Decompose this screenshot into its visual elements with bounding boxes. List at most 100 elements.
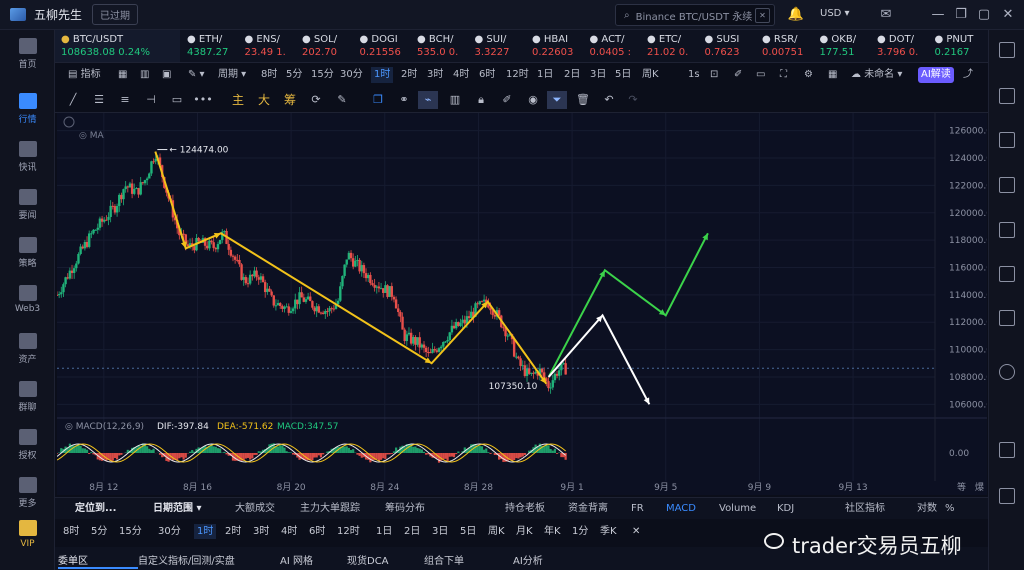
timeframe-1时[interactable]: 1时	[371, 67, 394, 83]
ticker-item[interactable]: ● SUI/3.3227	[475, 33, 510, 59]
ticker-item[interactable]: ● RSR/0.00751	[762, 33, 803, 59]
sidebar-item-market[interactable]: 行情	[0, 93, 55, 125]
layout-icon[interactable]: ▥	[137, 67, 152, 83]
ai-analysis-button[interactable]: AI解读	[918, 67, 954, 83]
layers-icon[interactable]	[999, 222, 1015, 238]
indicator-tab[interactable]: 日期范围 ▾	[153, 502, 202, 516]
close-icon[interactable]: ✕	[629, 524, 643, 539]
timeframe-row-item[interactable]: 1日	[373, 524, 395, 539]
sidebar-item-web3[interactable]: Web3	[0, 285, 55, 314]
channel-icon[interactable]: ≡	[115, 91, 135, 109]
timeframe-row-item[interactable]: 6时	[306, 524, 328, 539]
link-icon[interactable]: ⚭	[394, 91, 414, 109]
timeframe-row-item[interactable]: 2日	[401, 524, 423, 539]
orderbook-icon[interactable]	[999, 88, 1015, 104]
trash-icon[interactable]: 🗑︎	[573, 91, 593, 109]
timeframe-周K[interactable]: 周K	[639, 67, 662, 83]
timeframe-row-item[interactable]: 月K	[513, 524, 536, 539]
ticker-item[interactable]: ● ETC/21.02 0.	[647, 33, 688, 59]
more-tools-icon[interactable]: •••	[193, 91, 213, 109]
ticker-item[interactable]: ● ENS/23.49 1.	[245, 33, 286, 59]
rectangle-icon[interactable]: ▭	[167, 91, 187, 109]
sidebar-item-chat[interactable]: 群聊	[0, 381, 55, 413]
stats-icon[interactable]	[999, 266, 1015, 282]
timeframe-row-item[interactable]: 3日	[429, 524, 451, 539]
indicator-tab[interactable]: KDJ	[777, 502, 794, 516]
trades-icon[interactable]	[999, 132, 1015, 148]
ticker-item[interactable]: ● ETH/4387.27	[187, 33, 228, 59]
chart-type-icon[interactable]: ▣	[159, 67, 174, 83]
draw-icon[interactable]: ✐	[731, 67, 745, 83]
depth-icon[interactable]	[999, 177, 1015, 193]
sidebar-item-flash[interactable]: 快讯	[0, 141, 55, 173]
timeframe-row-item[interactable]: 30分	[155, 524, 184, 539]
timeframe-row-item[interactable]: 5日	[457, 524, 479, 539]
unnamed-layout[interactable]: ☁ 未命名 ▾	[848, 67, 905, 83]
sidebar-item-assets[interactable]: 资产	[0, 333, 55, 365]
magnet-icon[interactable]: ⟳	[306, 91, 326, 109]
timeframe-12时[interactable]: 12时	[503, 67, 532, 83]
brush-icon[interactable]: ✎ ▾	[185, 67, 208, 83]
calendar-icon[interactable]: ▦	[115, 67, 130, 83]
ticker-item[interactable]: ● SUSI 0.7623	[705, 33, 740, 59]
price-chart[interactable]: 126000.00 124000.00 122000.00 120000.00 1180…	[57, 113, 987, 495]
ticker-item[interactable]: ● HBAI 0.22603	[532, 33, 573, 59]
eye-icon[interactable]: ◉	[523, 91, 543, 109]
timeframe-6时[interactable]: 6时	[476, 67, 498, 83]
indicator-tab[interactable]: FR	[631, 502, 644, 516]
timeframe-row-item[interactable]: 2时	[222, 524, 244, 539]
timeframe-row-item[interactable]: 8时	[60, 524, 82, 539]
trendline-icon[interactable]: ╱	[63, 91, 83, 109]
footer-tab[interactable]: 组合下单	[424, 552, 464, 567]
timeframe-row-item[interactable]: 4时	[278, 524, 300, 539]
search-clear-icon[interactable]: ✕	[755, 8, 770, 23]
timeframe-row-item[interactable]: 季K	[597, 524, 620, 539]
indicator-tab[interactable]: 主力大单跟踪	[300, 502, 360, 516]
settings-icon[interactable]: ⚙	[801, 67, 816, 83]
indicator-tab[interactable]: 对数	[917, 502, 937, 516]
footer-tab[interactable]: 现货DCA	[347, 552, 389, 567]
info-icon[interactable]	[999, 442, 1015, 458]
ticker-item[interactable]: ● BCH/535.0 0.	[417, 33, 458, 59]
edit-icon[interactable]: ✐	[497, 91, 517, 109]
symbol-search[interactable]: ⌕ Binance BTC/USDT 永续 ✕	[615, 4, 775, 26]
indicator-tab[interactable]: %	[945, 502, 955, 516]
timeframe-row-item[interactable]: 3时	[250, 524, 272, 539]
horizontal-line-icon[interactable]: ⊣	[141, 91, 161, 109]
chip-tool[interactable]: 筹	[280, 91, 300, 109]
footer-tab[interactable]: AI分析	[513, 552, 543, 567]
timeframe-2时[interactable]: 2时	[398, 67, 420, 83]
ticker-main[interactable]: ● BTC/USDT 108638.08 0.24%	[55, 30, 180, 62]
sidebar-item-home[interactable]: 首页	[0, 38, 55, 70]
timeframe-5日[interactable]: 5日	[612, 67, 634, 83]
candle-tool-icon[interactable]: ▥	[445, 91, 465, 109]
indicator-tab[interactable]: 持仓老板	[505, 502, 545, 516]
mail-icon[interactable]: ✉	[877, 6, 895, 24]
indicator-tab[interactable]: Volume	[719, 502, 756, 516]
sidebar-item-more[interactable]: 更多	[0, 477, 55, 509]
timeframe-15分[interactable]: 15分	[308, 67, 337, 83]
indicator-tab[interactable]: 筹码分布	[385, 502, 425, 516]
notes-icon[interactable]	[999, 310, 1015, 326]
minimize-icon[interactable]: —	[929, 6, 947, 24]
filter-icon[interactable]: ⏷	[547, 91, 567, 109]
indicator-tab[interactable]: 定位到...	[75, 502, 116, 516]
indicators-button[interactable]: ▤ 指标	[65, 67, 104, 83]
timeframe-row-item[interactable]: 12时	[334, 524, 363, 539]
ticker-item[interactable]: ● SOL/202.70	[302, 33, 337, 59]
timeframe-30分[interactable]: 30分	[337, 67, 366, 83]
redo-icon[interactable]: ↷	[623, 91, 643, 109]
grid-icon[interactable]: ▦	[825, 67, 840, 83]
refresh-icon[interactable]	[999, 364, 1015, 380]
period-button[interactable]: 周期 ▾	[215, 67, 249, 83]
indicator-tab[interactable]: 社区指标	[845, 502, 885, 516]
search-input[interactable]: Binance BTC/USDT 永续	[636, 8, 753, 23]
interval-label[interactable]: 1s	[685, 67, 703, 83]
footer-tab[interactable]: AI 网格	[280, 552, 313, 567]
indicator-tab[interactable]: 大额成交	[235, 502, 275, 516]
timeframe-4时[interactable]: 4时	[450, 67, 472, 83]
path-tool-icon[interactable]: ⌁	[418, 91, 438, 109]
chat-bubble-icon[interactable]: ▭	[753, 67, 768, 83]
currency-select[interactable]: USD ▾	[820, 8, 850, 19]
timeframe-3时[interactable]: 3时	[424, 67, 446, 83]
